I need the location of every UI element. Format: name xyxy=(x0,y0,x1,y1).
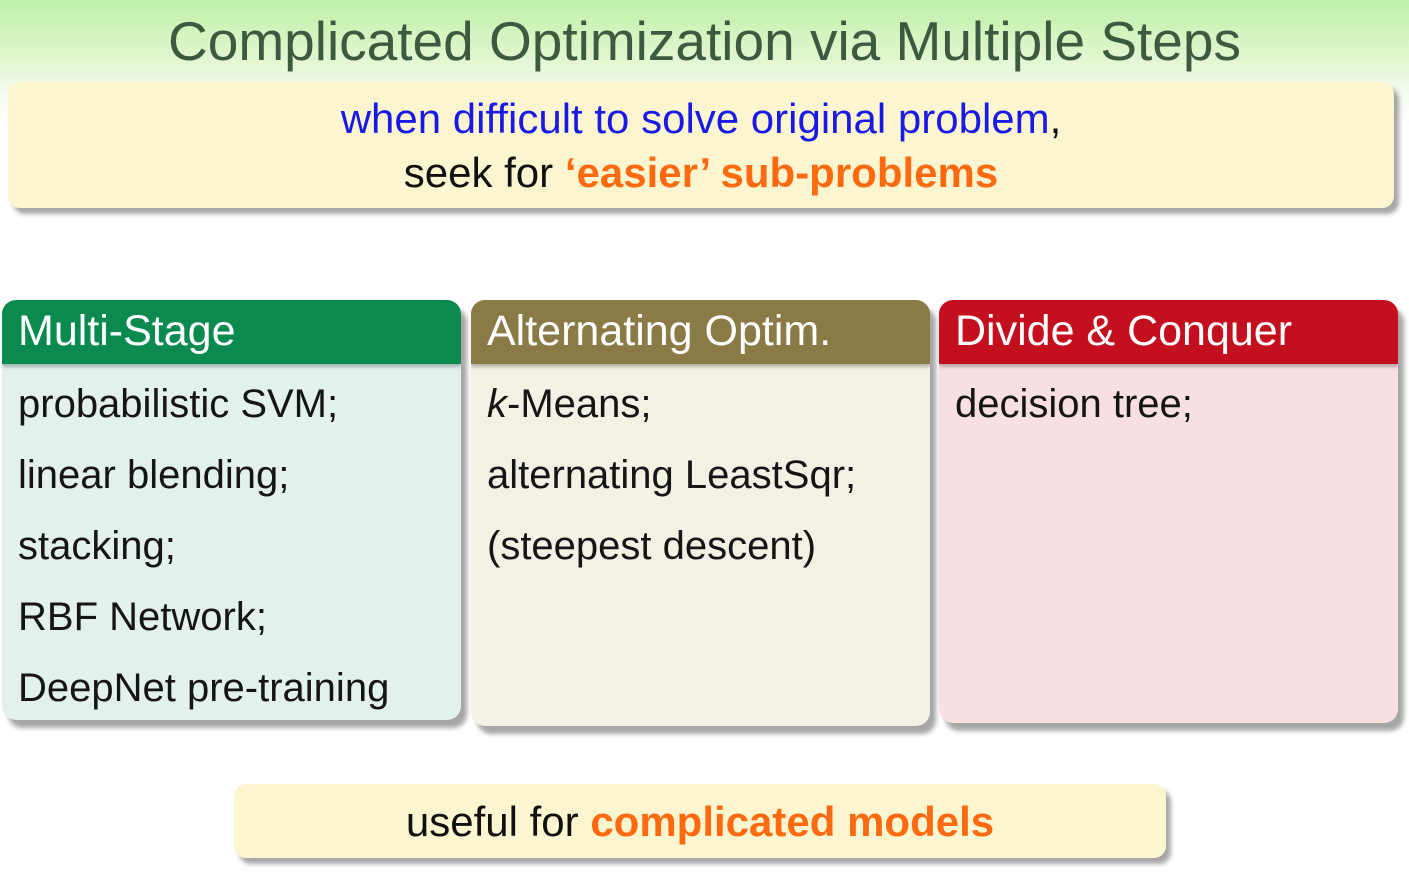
intro-comma: , xyxy=(1049,95,1062,142)
list-item: stacking; xyxy=(18,524,176,568)
intro-line-1: when difficult to solve original problem… xyxy=(8,92,1394,146)
panel-heading: Alternating Optim. xyxy=(471,300,930,364)
panel-body: probabilistic SVM; linear blending; stac… xyxy=(2,364,461,720)
panel-heading: Divide & Conquer xyxy=(939,300,1398,364)
list-item: RBF Network; xyxy=(18,595,267,639)
list-item: DeepNet pre-training xyxy=(18,666,390,710)
panel-alternating-optim: Alternating Optim. k-Means; alternating … xyxy=(471,300,930,726)
footer-highlight: complicated models xyxy=(590,798,995,845)
panel-multi-stage: Multi-Stage probabilistic SVM; linear bl… xyxy=(2,300,461,720)
list-item: linear blending; xyxy=(18,453,290,497)
footer-prefix: useful for xyxy=(405,798,591,845)
italic-k: k xyxy=(487,382,507,426)
intro-highlight: ‘easier’ sub-problems xyxy=(564,149,999,196)
panel-body: k-Means; alternating LeastSqr; (steepest… xyxy=(471,364,930,582)
intro-prefix: seek for xyxy=(403,149,565,196)
intro-box: when difficult to solve original problem… xyxy=(8,82,1394,208)
list-item: (steepest descent) xyxy=(487,524,817,568)
footer-box: useful for complicated models xyxy=(234,784,1166,858)
list-item: alternating LeastSqr; xyxy=(487,453,857,497)
list-item: probabilistic SVM; xyxy=(18,382,339,426)
intro-line-2: seek for ‘easier’ sub-problems xyxy=(8,146,1394,200)
panel-divide-conquer: Divide & Conquer decision tree; xyxy=(939,300,1398,723)
panel-body: decision tree; xyxy=(939,364,1398,440)
kmeans-rest: -Means; xyxy=(507,382,652,426)
slide-title: Complicated Optimization via Multiple St… xyxy=(168,10,1241,72)
intro-emphasis: when difficult to solve original problem xyxy=(340,95,1050,142)
panel-heading: Multi-Stage xyxy=(2,300,461,364)
list-item: decision tree; xyxy=(955,382,1193,426)
list-item: k-Means; xyxy=(487,369,930,440)
